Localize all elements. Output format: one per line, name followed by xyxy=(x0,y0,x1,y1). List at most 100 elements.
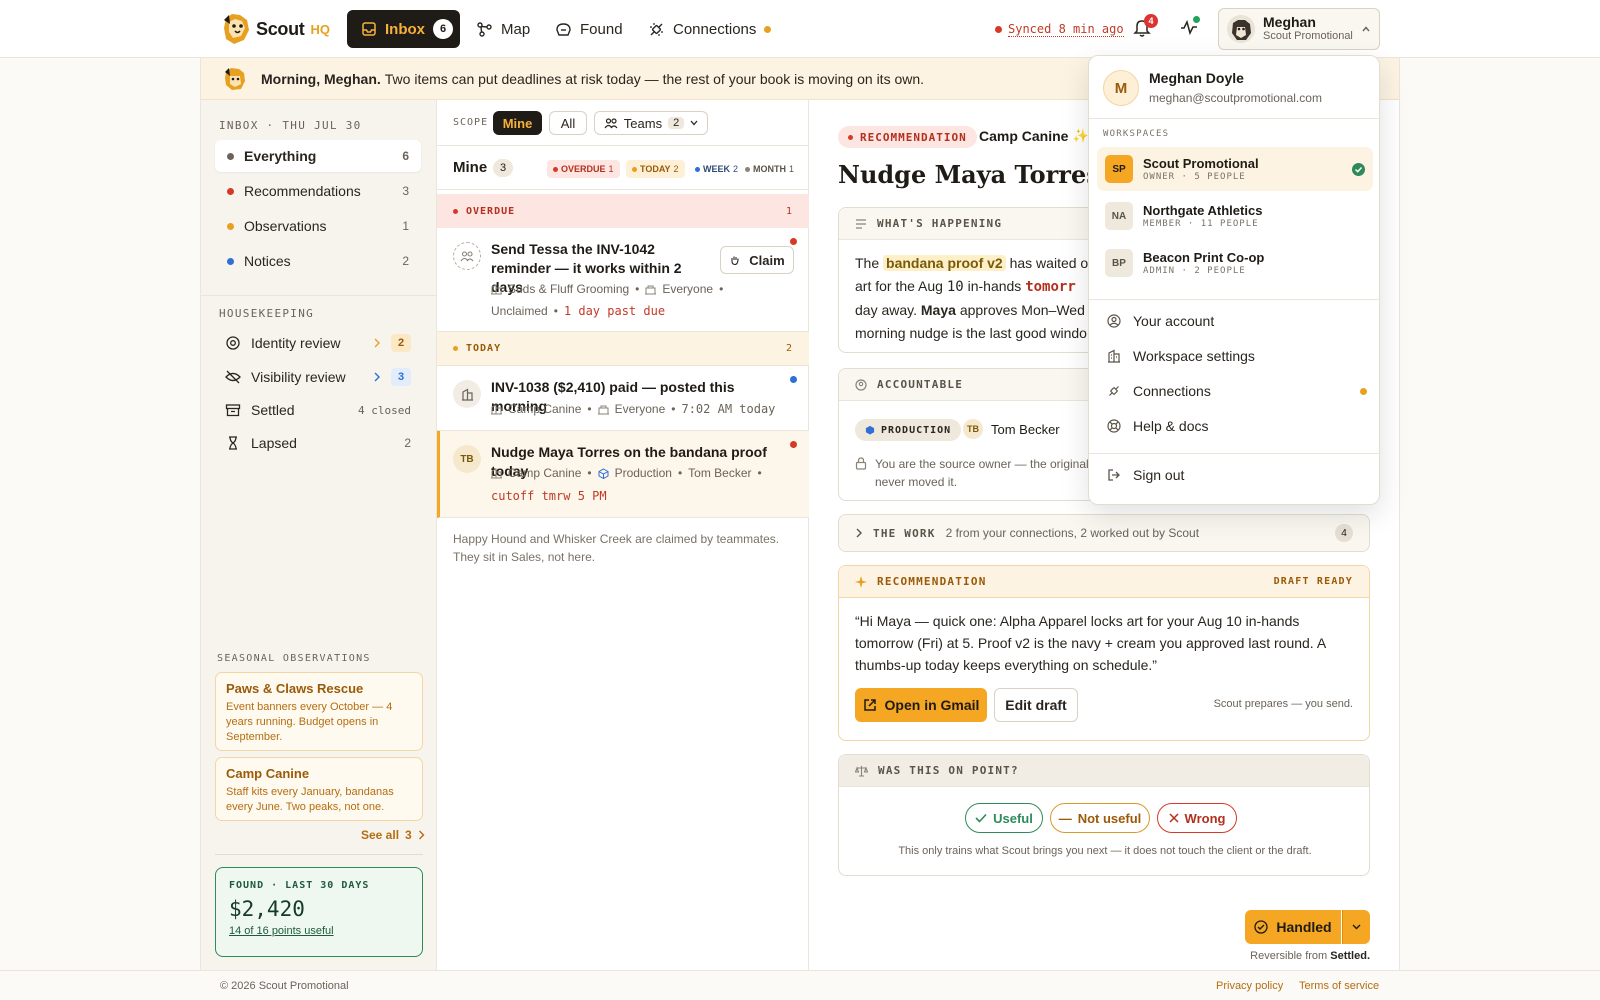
sidebar-item-label: Observations xyxy=(244,218,327,234)
check-circle-icon xyxy=(1352,162,1365,176)
hk-count: 2 xyxy=(391,334,411,352)
filter-tag-month[interactable]: MONTH 1 xyxy=(739,160,800,178)
item-due: 1 day past due xyxy=(563,304,666,318)
lifebuoy-icon xyxy=(1107,419,1121,433)
page-footer: © 2026 Scout Promotional Privacy policy … xyxy=(0,970,1600,1000)
feedback-note: This only trains what Scout brings you n… xyxy=(898,845,1312,857)
sidebar-item-recommendations[interactable]: Recommendations 3 xyxy=(215,175,421,207)
text: Reversible from xyxy=(1250,950,1328,962)
menu-item-connections[interactable]: Connections xyxy=(1107,376,1367,406)
close-icon xyxy=(1169,813,1179,823)
edit-draft-button[interactable]: Edit draft xyxy=(994,688,1078,722)
mine-header: Mine 3 OVERDUE 1 TODAY 2 WEEK 2 MONTH 1 xyxy=(437,146,809,190)
workspace-item-northgate-athletics[interactable]: NA Northgate Athletics MEMBER · 11 PEOPLE xyxy=(1097,194,1373,238)
seasonal-label: SEASONAL OBSERVATIONS xyxy=(217,653,371,664)
nav-connections-label: Connections xyxy=(673,20,757,38)
tag-dot xyxy=(745,166,750,172)
prep-note: Scout prepares — you send. xyxy=(1213,698,1353,710)
map-nodes-icon xyxy=(477,21,492,37)
menu-item-sign-out[interactable]: Sign out xyxy=(1107,460,1367,490)
privacy-link[interactable]: Privacy policy xyxy=(1216,980,1283,992)
handled-options-button[interactable] xyxy=(1342,910,1370,944)
scope-teams-dropdown[interactable]: Teams 2 xyxy=(594,111,708,135)
user-menu-button[interactable]: Meghan Scout Promotional xyxy=(1218,8,1380,50)
nav-found[interactable]: Found xyxy=(555,10,623,48)
building-icon xyxy=(491,467,502,478)
tag-label: MONTH xyxy=(753,164,786,174)
sidebar-item-settled[interactable]: Settled 4 closed xyxy=(215,394,421,426)
group-count: 1 xyxy=(785,205,793,217)
button-label: Wrong xyxy=(1184,810,1226,826)
seasonal-card[interactable]: Camp Canine Staff kits every January, ba… xyxy=(215,757,423,821)
terms-link[interactable]: Terms of service xyxy=(1299,980,1379,992)
menu-item-workspace-settings[interactable]: Workspace settings xyxy=(1107,341,1367,371)
menu-item-help[interactable]: Help & docs xyxy=(1107,411,1367,441)
open-in-gmail-button[interactable]: Open in Gmail xyxy=(855,688,987,722)
workspace-item-beacon-print[interactable]: BP Beacon Print Co-op ADMIN · 2 PEOPLE xyxy=(1097,241,1373,285)
handled-button[interactable]: Handled xyxy=(1245,910,1341,944)
filter-tag-today[interactable]: TODAY 2 xyxy=(626,160,685,178)
building-icon xyxy=(491,403,502,414)
priority-dot xyxy=(790,238,797,245)
nav-map[interactable]: Map xyxy=(476,10,530,48)
kind-badge: RECOMMENDATION xyxy=(838,126,977,148)
hand-icon xyxy=(731,256,739,266)
sidebar-item-observations[interactable]: Observations 1 xyxy=(215,210,421,242)
sync-dot xyxy=(995,26,1002,33)
claim-button[interactable]: Claim xyxy=(720,246,794,274)
work-count: 4 xyxy=(1335,524,1353,542)
menu-item-your-account[interactable]: Your account xyxy=(1107,306,1367,336)
sidebar-item-everything[interactable]: Everything 6 xyxy=(215,140,421,172)
scope-mine-button[interactable]: Mine xyxy=(493,111,542,135)
inbox-date-label: INBOX · THU JUL 30 xyxy=(219,119,362,132)
useful-button[interactable]: Useful xyxy=(965,803,1043,833)
kind-label: RECOMMENDATION xyxy=(860,130,967,144)
contact-name: Maya xyxy=(920,302,956,318)
list-item[interactable]: INV-1038 ($2,410) paid — posted this mor… xyxy=(437,366,809,431)
meta-sep: • xyxy=(635,282,640,296)
user-menu-dropdown: M Meghan Doyle meghan@scoutpromotional.c… xyxy=(1088,55,1380,505)
sidebar-item-notices[interactable]: Notices 2 xyxy=(215,245,421,277)
detail-client[interactable]: Camp Canine ✨ xyxy=(979,128,1089,144)
sidebar-item-lapsed[interactable]: Lapsed 2 xyxy=(215,427,421,459)
nav-map-label: Map xyxy=(501,20,531,38)
team-people-icon xyxy=(604,118,618,129)
see-all-link[interactable]: See all 3 xyxy=(361,828,425,842)
scale-icon xyxy=(855,765,868,777)
nav-connections[interactable]: Connections xyxy=(648,10,772,48)
not-useful-button[interactable]: — Not useful xyxy=(1050,803,1150,833)
wrong-button[interactable]: Wrong xyxy=(1157,803,1237,833)
workspace-role: ADMIN · 2 PEOPLE xyxy=(1143,266,1246,276)
workspace-item-scout-promotional[interactable]: SP Scout Promotional OWNER · 5 PEOPLE xyxy=(1097,147,1373,191)
cube-icon xyxy=(598,467,609,479)
nav-inbox[interactable]: Inbox 6 xyxy=(347,10,460,48)
panel-header: WAS THIS ON POINT? xyxy=(839,755,1369,787)
sidebar-item-label: Recommendations xyxy=(244,183,361,199)
tag-dot xyxy=(632,166,637,172)
list-item[interactable]: Send Tessa the INV-1042 reminder — it wo… xyxy=(437,228,809,332)
menu-item-label: Workspace settings xyxy=(1133,348,1255,364)
seasonal-card[interactable]: Paws & Claws Rescue Event banners every … xyxy=(215,672,423,751)
hk-label: Lapsed xyxy=(251,435,297,451)
hk-count: 4 closed xyxy=(358,403,411,417)
sidebar-item-identity-review[interactable]: Identity review 2 xyxy=(215,327,421,359)
greeting-text: Two items can put deadlines at risk toda… xyxy=(384,70,925,87)
text: The xyxy=(855,255,880,271)
dash-icon: — xyxy=(1058,810,1072,826)
the-work-panel[interactable]: THE WORK 2 from your connections, 2 work… xyxy=(838,514,1370,552)
panel-title: RECOMMENDATION xyxy=(877,575,987,588)
filter-tag-week[interactable]: WEEK 2 xyxy=(689,160,744,178)
owner-chip[interactable]: TB Tom Becker xyxy=(963,419,1060,439)
user-org: Scout Promotional xyxy=(1263,30,1353,42)
highlight-proof[interactable]: bandana proof v2 xyxy=(883,255,1006,271)
dog-mascot-icon xyxy=(225,68,245,90)
brand-logo[interactable]: Scout HQ xyxy=(220,12,330,46)
found-summary-card[interactable]: FOUND · LAST 30 DAYS $2,420 14 of 16 poi… xyxy=(215,867,423,957)
sidebar-item-visibility-review[interactable]: Visibility review 3 xyxy=(215,361,421,393)
filter-tag-overdue[interactable]: OVERDUE 1 xyxy=(547,160,620,178)
tag-label: OVERDUE xyxy=(561,164,606,174)
chevron-right-icon xyxy=(374,372,380,382)
settled-link[interactable]: Settled. xyxy=(1330,950,1370,962)
scope-all-button[interactable]: All xyxy=(549,111,587,135)
list-item-selected[interactable]: TB Nudge Maya Torres on the bandana proo… xyxy=(437,431,809,518)
